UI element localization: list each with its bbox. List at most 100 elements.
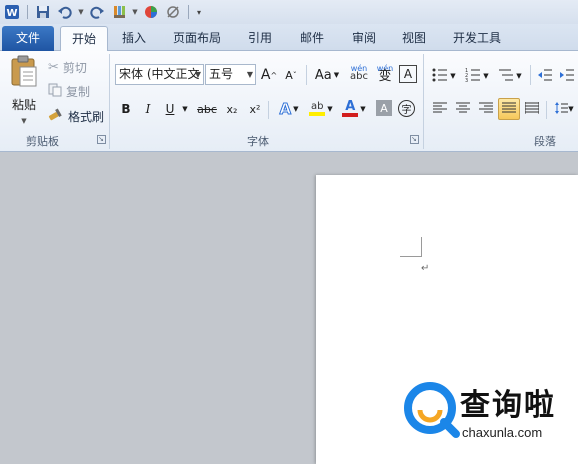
change-case-label: Aa: [314, 67, 332, 83]
character-border-button[interactable]: A: [399, 65, 417, 83]
paste-button[interactable]: 粘贴 ▼: [6, 55, 42, 125]
distributed-icon: [524, 101, 540, 117]
font-launcher-icon[interactable]: ↘: [410, 135, 419, 144]
subscript-label: x₂: [226, 102, 238, 116]
undo-dropdown-icon[interactable]: ▼: [77, 2, 85, 22]
highlight-button[interactable]: ab ▼: [306, 98, 336, 120]
tab-references[interactable]: 引用: [240, 26, 280, 51]
shrink-font-icon: A: [285, 68, 293, 82]
font-size-combo[interactable]: 五号 ▼: [205, 64, 256, 85]
clipboard-launcher-icon[interactable]: ↘: [97, 135, 106, 144]
distributed-button[interactable]: [522, 98, 542, 120]
undo-icon[interactable]: [55, 2, 75, 22]
pinyin-icon: abc: [350, 71, 368, 82]
paragraph-group-label: 段落: [534, 135, 556, 148]
page-corner-mark: [400, 237, 422, 257]
tab-file[interactable]: 文件: [2, 26, 54, 51]
character-shading-label: A: [380, 101, 388, 115]
group-separator-1: [109, 54, 110, 149]
grow-font-button[interactable]: A ^: [260, 64, 278, 86]
increase-indent-button[interactable]: [558, 65, 576, 87]
font-name-combo[interactable]: 宋体 (中文正文 ▼: [115, 64, 204, 85]
tab-view[interactable]: 视图: [394, 26, 434, 51]
edit-lock-icon[interactable]: [163, 2, 183, 22]
character-convert-button[interactable]: wén 变: [374, 62, 396, 84]
superscript-label: x²: [249, 102, 261, 116]
align-center-icon: [456, 102, 470, 117]
text-effects-button[interactable]: A ▼: [275, 98, 303, 120]
ribbon-tabs: 文件 开始 插入 页面布局 引用 邮件 审阅 视图 开发工具: [0, 24, 578, 52]
subscript-button[interactable]: x₂: [222, 98, 242, 120]
line-spacing-dropdown-icon: ▼: [568, 105, 574, 113]
bullets-icon: [432, 68, 448, 85]
multilevel-list-dropdown-icon: ▼: [516, 72, 522, 80]
enclose-characters-label: 字: [401, 105, 412, 116]
shrink-font-button[interactable]: Aˇ: [282, 64, 300, 86]
brush-dropdown-icon[interactable]: ▼: [131, 2, 139, 22]
save-icon[interactable]: [33, 2, 53, 22]
character-border-label: A: [403, 67, 413, 81]
tab-mailings[interactable]: 邮件: [292, 26, 332, 51]
ribbon-home: 粘贴 ▼ ✂ 剪切 复制 格式刷 剪贴板 ↘ 宋体 (中文正文 ▼ 五号 ▼ A…: [0, 51, 578, 152]
repeat-icon[interactable]: [87, 2, 107, 22]
font-color-icon: A: [342, 100, 359, 117]
bian-label: 变: [378, 69, 392, 84]
italic-button[interactable]: I: [139, 98, 157, 120]
svg-text:W: W: [6, 8, 17, 19]
scissors-icon: ✂: [48, 59, 59, 75]
underline-dropdown-icon[interactable]: ▼: [180, 98, 190, 120]
line-spacing-icon: [554, 101, 569, 118]
paste-dropdown-icon[interactable]: ▼: [6, 117, 42, 125]
font-size-dropdown-icon[interactable]: ▼: [247, 65, 253, 84]
pinyin-guide-button[interactable]: wén abc: [348, 62, 370, 84]
font-separator-a: [306, 65, 307, 85]
svg-text:3: 3: [465, 78, 468, 82]
align-right-button[interactable]: [476, 98, 496, 120]
copy-label: 复制: [66, 84, 91, 99]
tab-page-layout[interactable]: 页面布局: [166, 26, 228, 51]
format-painter-button[interactable]: 格式刷: [48, 106, 104, 126]
color-picker-icon[interactable]: [141, 2, 161, 22]
strikethrough-button[interactable]: abc: [195, 98, 219, 120]
font-separator-b: [268, 101, 269, 119]
copy-button[interactable]: 复制: [48, 81, 90, 101]
align-center-button[interactable]: [453, 98, 473, 120]
multilevel-list-button[interactable]: ▼: [496, 65, 524, 87]
font-name-dropdown-icon[interactable]: ▼: [195, 65, 201, 84]
superscript-button[interactable]: x²: [245, 98, 265, 120]
tab-developer[interactable]: 开发工具: [446, 26, 508, 51]
strikethrough-label: abc: [197, 102, 217, 116]
bullets-button[interactable]: ▼: [430, 65, 458, 87]
enclose-characters-button[interactable]: 字: [398, 100, 415, 117]
font-name-value: 宋体 (中文正文: [119, 67, 200, 81]
numbering-button[interactable]: 123 ▼: [463, 65, 491, 87]
word-app-icon[interactable]: W: [2, 2, 22, 22]
paragraph-mark: ↵: [421, 263, 430, 274]
tab-review[interactable]: 审阅: [344, 26, 384, 51]
character-shading-button[interactable]: A: [376, 100, 392, 116]
bullets-dropdown-icon: ▼: [450, 72, 456, 80]
numbering-dropdown-icon: ▼: [483, 72, 489, 80]
line-spacing-button[interactable]: ▼: [552, 98, 576, 120]
magnifier-logo-icon: [404, 382, 460, 438]
cut-button[interactable]: ✂ 剪切: [48, 57, 87, 77]
decrease-indent-button[interactable]: [536, 65, 554, 87]
underline-button[interactable]: U: [161, 98, 179, 120]
change-case-button[interactable]: Aa ▼: [312, 64, 342, 86]
tab-insert[interactable]: 插入: [114, 26, 154, 51]
tab-home[interactable]: 开始: [60, 26, 108, 52]
align-left-button[interactable]: [430, 98, 450, 120]
italic-label: I: [145, 102, 151, 116]
brush-icon[interactable]: [109, 2, 129, 22]
customize-qat-icon[interactable]: ▾: [194, 2, 204, 22]
grow-font-icon: A: [260, 67, 271, 83]
decrease-indent-icon: [537, 68, 553, 85]
font-group-label: 字体: [247, 135, 269, 148]
align-left-icon: [433, 102, 447, 117]
bold-button[interactable]: B: [117, 98, 135, 120]
justify-icon: [502, 102, 516, 117]
font-color-button[interactable]: A ▼: [339, 98, 369, 120]
watermark-brand: 查询啦: [460, 388, 556, 423]
group-separator-2: [423, 54, 424, 149]
justify-button[interactable]: [498, 98, 520, 120]
